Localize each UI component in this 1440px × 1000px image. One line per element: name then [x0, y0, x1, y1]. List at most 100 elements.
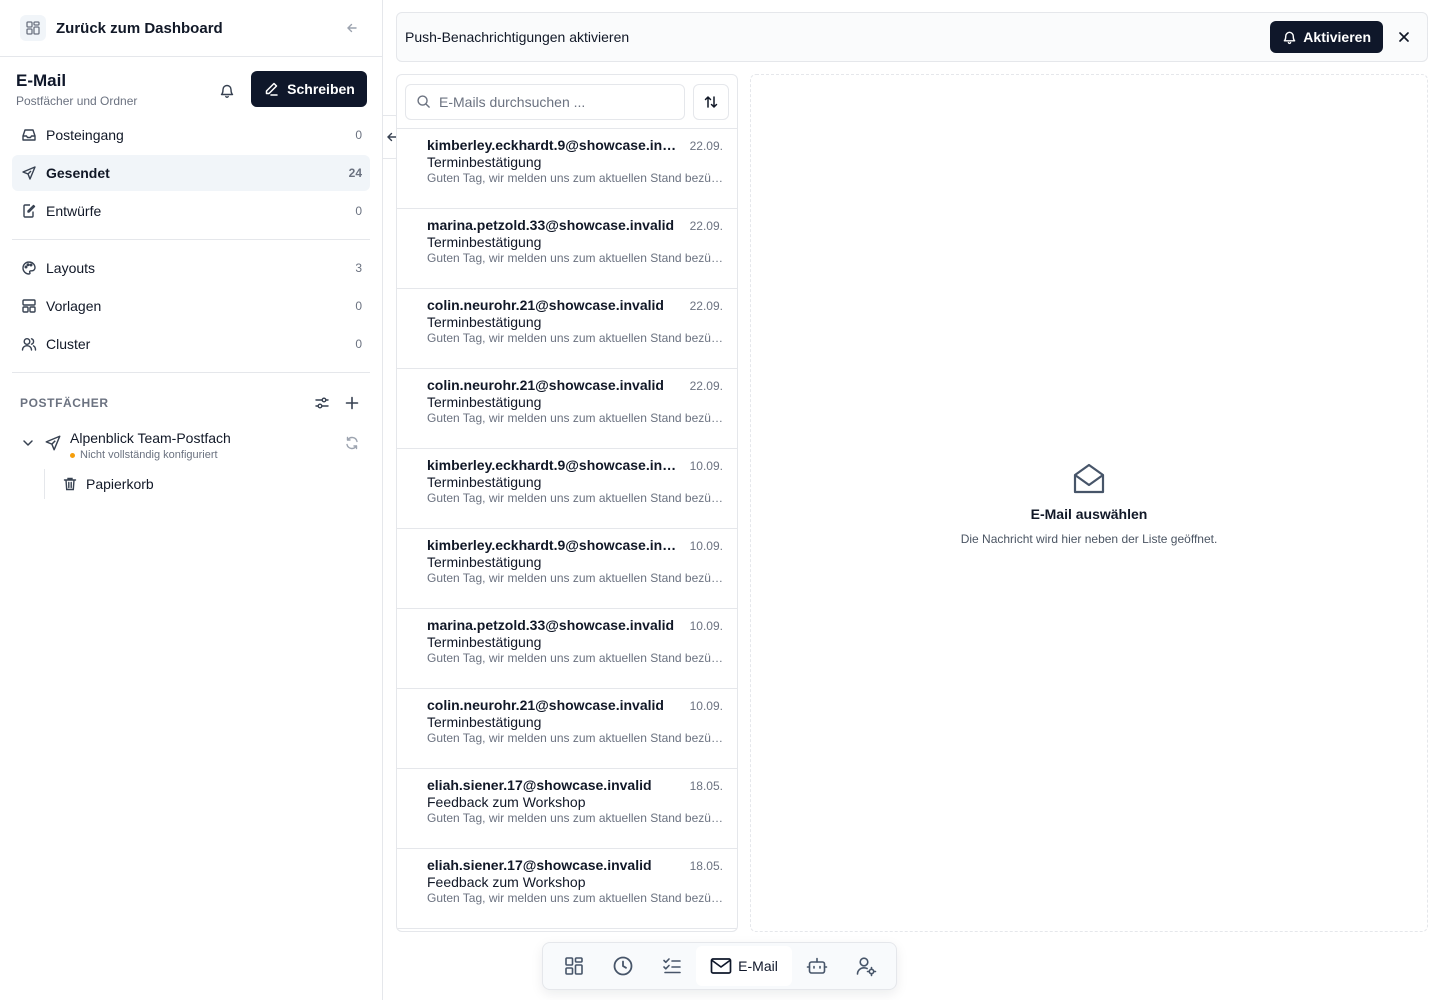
tool-label: Cluster	[46, 336, 91, 352]
sort-icon	[703, 94, 719, 110]
open-envelope-icon	[1070, 460, 1108, 498]
mail-subject: Feedback zum Workshop	[427, 794, 586, 810]
empty-title: E-Mail auswählen	[1030, 506, 1148, 522]
mail-date: 22.09.	[689, 139, 723, 153]
dashboard-icon	[563, 955, 585, 977]
mail-row[interactable]: kimberley.eckhardt.9@showcase.invalid 22.…	[397, 129, 737, 209]
mail-subject: Terminbestätigung	[427, 714, 542, 730]
subfolder-label: Papierkorb	[86, 476, 154, 492]
folder-count: 24	[348, 166, 362, 180]
mail-detail-empty: E-Mail auswählen Die Nachricht wird hier…	[750, 74, 1428, 932]
mail-subject: Terminbestätigung	[427, 154, 542, 170]
mail-row[interactable]: eliah.siener.17@showcase.invalid 18.05. F…	[397, 849, 737, 929]
dock-dashboard[interactable]	[549, 946, 598, 986]
folder-label: Posteingang	[46, 127, 124, 143]
dock-user-settings[interactable]	[841, 946, 890, 986]
mailbox-item[interactable]: Alpenblick Team-Postfach Nicht vollständ…	[0, 425, 382, 461]
compose-label: Schreiben	[287, 81, 355, 97]
search-icon	[416, 94, 431, 109]
mail-row[interactable]: kimberley.eckhardt.9@showcase.invalid 10.…	[397, 529, 737, 609]
search-row	[397, 75, 737, 129]
back-to-dashboard[interactable]: Zurück zum Dashboard	[0, 0, 382, 57]
tool-count: 3	[355, 261, 362, 275]
search-box[interactable]	[405, 83, 685, 120]
divider	[12, 372, 370, 373]
sort-button[interactable]	[693, 83, 729, 120]
dock-bot[interactable]	[792, 946, 841, 986]
mail-row[interactable]: eliah.siener.17@showcase.invalid 18.05. F…	[397, 769, 737, 849]
add-mailbox-icon[interactable]	[342, 393, 362, 413]
mail-row[interactable]: kimberley.eckhardt.9@showcase.invalid 10.…	[397, 449, 737, 529]
tools-nav: Layouts 3 Vorlagen 0 Cluster 0	[0, 250, 382, 362]
trash-icon	[62, 476, 78, 492]
mail-date: 10.09.	[689, 539, 723, 553]
mail-row[interactable]: colin.neurohr.21@showcase.invalid 22.09. …	[397, 369, 737, 449]
mail-subject: Terminbestätigung	[427, 554, 542, 570]
user-settings-icon	[855, 955, 877, 977]
tasks-icon	[661, 955, 683, 977]
notification-bell-icon[interactable]	[215, 79, 239, 103]
mail-sender: kimberley.eckhardt.9@showcase.invalid	[427, 457, 682, 473]
compose-button[interactable]: Schreiben	[251, 71, 367, 107]
push-banner-text: Push-Benachrichtigungen aktivieren	[405, 29, 630, 45]
mail-row[interactable]: marina.petzold.33@showcase.invalid 22.09.…	[397, 209, 737, 289]
mail-row[interactable]: marina.petzold.33@showcase.invalid 10.09.…	[397, 609, 737, 689]
mail-sender: eliah.siener.17@showcase.invalid	[427, 777, 652, 793]
mail-row[interactable]: colin.neurohr.21@showcase.invalid 10.09. …	[397, 689, 737, 769]
sidebar-item-layouts[interactable]: Layouts 3	[12, 250, 370, 286]
users-icon	[20, 335, 38, 353]
mail-preview: Guten Tag, wir melden uns zum aktuellen …	[427, 651, 723, 665]
template-icon	[20, 297, 38, 315]
mail-preview: Guten Tag, wir melden uns zum aktuellen …	[427, 571, 723, 585]
status-dot	[70, 452, 75, 458]
draft-icon	[20, 202, 38, 220]
empty-subtitle: Die Nachricht wird hier neben der Liste …	[960, 532, 1218, 546]
mail-row[interactable]: colin.neurohr.21@showcase.invalid 22.09. …	[397, 289, 737, 369]
sidebar: Zurück zum Dashboard E-Mail Postfächer u…	[0, 0, 383, 1000]
mail-date: 22.09.	[689, 379, 723, 393]
mail-sender: marina.petzold.33@showcase.invalid	[427, 617, 675, 633]
mail-subject: Terminbestätigung	[427, 394, 542, 410]
bottom-dock: E-Mail	[542, 942, 897, 990]
tool-label: Vorlagen	[46, 298, 102, 314]
mail-sender: colin.neurohr.21@showcase.invalid	[427, 297, 664, 313]
dock-time[interactable]	[598, 946, 647, 986]
sidebar-item-entwuerfe[interactable]: Entwürfe 0	[12, 193, 370, 229]
sidebar-item-vorlagen[interactable]: Vorlagen 0	[12, 288, 370, 324]
mail-preview: Guten Tag, wir melden uns zum aktuellen …	[427, 251, 723, 265]
bot-icon	[806, 955, 828, 977]
mail-sender: colin.neurohr.21@showcase.invalid	[427, 697, 664, 713]
filter-settings-icon[interactable]	[312, 393, 332, 413]
folder-count: 0	[355, 204, 362, 218]
mail-subject: Terminbestätigung	[427, 474, 542, 490]
send-icon	[44, 434, 62, 452]
mailbox-name: Alpenblick Team-Postfach	[70, 430, 231, 446]
close-icon[interactable]	[1389, 22, 1419, 52]
sidebar-item-gesendet[interactable]: Gesendet 24	[12, 155, 370, 191]
mail-icon	[710, 957, 732, 975]
mailbox-status-text: Nicht vollständig konfiguriert	[80, 449, 218, 461]
dock-email[interactable]: E-Mail	[696, 946, 793, 986]
activate-push-button[interactable]: Aktivieren	[1270, 21, 1383, 53]
sidebar-item-posteingang[interactable]: Posteingang 0	[12, 117, 370, 153]
palette-icon	[20, 259, 38, 277]
dock-email-label: E-Mail	[738, 958, 778, 974]
chevron-down-icon[interactable]	[20, 435, 36, 451]
collapse-sidebar-icon[interactable]	[342, 18, 362, 38]
mail-date: 18.05.	[689, 859, 723, 873]
search-input[interactable]	[439, 93, 669, 110]
mail-list: kimberley.eckhardt.9@showcase.invalid 22.…	[396, 74, 738, 932]
folder-count: 0	[355, 128, 362, 142]
sidebar-item-papierkorb[interactable]: Papierkorb	[44, 469, 382, 499]
mail-preview: Guten Tag, wir melden uns zum aktuellen …	[427, 811, 723, 825]
inbox-icon	[20, 126, 38, 144]
sidebar-item-cluster[interactable]: Cluster 0	[12, 326, 370, 362]
divider	[12, 239, 370, 240]
tool-count: 0	[355, 337, 362, 351]
dashboard-icon	[20, 15, 46, 41]
mail-date: 10.09.	[689, 459, 723, 473]
dock-tasks[interactable]	[647, 946, 696, 986]
mail-preview: Guten Tag, wir melden uns zum aktuellen …	[427, 891, 723, 905]
sync-icon[interactable]	[344, 435, 362, 453]
mail-date: 22.09.	[689, 299, 723, 313]
